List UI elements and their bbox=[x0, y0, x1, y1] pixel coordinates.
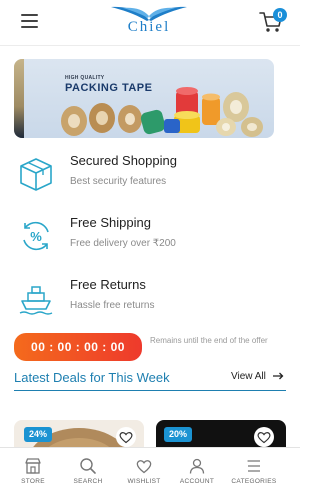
timer-note: Remains until the end of the offer bbox=[150, 336, 268, 345]
feature-subtitle: Best security features bbox=[70, 176, 167, 187]
cart-button[interactable]: 0 bbox=[259, 8, 289, 36]
feature-free-returns: Free Returns Hassle free returns bbox=[0, 274, 300, 326]
discount-badge: 20% bbox=[164, 427, 192, 442]
brand-logo[interactable]: Chiel bbox=[106, 2, 192, 42]
nav-item-search[interactable]: SEARCH bbox=[58, 448, 118, 499]
svg-text:%: % bbox=[30, 229, 42, 244]
list-icon bbox=[247, 460, 260, 472]
nav-item-categories[interactable]: CATEGORIES bbox=[224, 448, 284, 499]
section-divider bbox=[14, 390, 286, 391]
arrow-right-icon bbox=[272, 372, 284, 380]
heart-icon bbox=[136, 460, 152, 474]
nav-item-account[interactable]: ACCOUNT bbox=[167, 448, 227, 499]
hamburger-menu-icon[interactable] bbox=[21, 14, 38, 28]
nav-item-store[interactable]: STORE bbox=[3, 448, 63, 499]
nav-label: STORE bbox=[21, 478, 45, 485]
store-icon bbox=[25, 458, 41, 474]
cart-count-badge: 0 bbox=[273, 8, 287, 22]
ship-icon bbox=[19, 286, 53, 315]
bottom-navigation: STORE SEARCH WISHLIST ACCOUNT CATEGORIES bbox=[0, 447, 300, 499]
wishlist-button[interactable] bbox=[116, 427, 136, 447]
deals-section-title: Latest Deals for This Week bbox=[14, 370, 170, 385]
feature-title: Free Returns bbox=[70, 277, 146, 292]
view-all-link[interactable]: View All bbox=[231, 371, 284, 382]
heart-icon bbox=[119, 432, 133, 444]
percent-cycle-icon: % bbox=[23, 221, 49, 251]
user-icon bbox=[189, 458, 205, 474]
search-icon bbox=[80, 458, 96, 474]
discount-badge: 24% bbox=[24, 427, 52, 442]
feature-subtitle: Hassle free returns bbox=[70, 300, 155, 311]
feature-title: Free Shipping bbox=[70, 215, 151, 230]
wishlist-button[interactable] bbox=[254, 427, 274, 447]
countdown-timer: 00 : 00 : 00 : 00 bbox=[14, 333, 142, 361]
package-box-icon bbox=[20, 158, 52, 191]
nav-label: WISHLIST bbox=[127, 478, 161, 485]
feature-free-shipping: % Free Shipping Free delivery over ₹200 bbox=[0, 212, 300, 264]
feature-title: Secured Shopping bbox=[70, 153, 177, 168]
nav-label: CATEGORIES bbox=[231, 478, 277, 485]
nav-label: ACCOUNT bbox=[179, 478, 215, 485]
promo-banner[interactable]: HIGH QUALITY PACKING TAPE bbox=[14, 59, 274, 138]
heart-icon bbox=[257, 432, 271, 444]
nav-label: SEARCH bbox=[73, 478, 103, 485]
app-header: Chiel 0 bbox=[0, 0, 300, 46]
feature-subtitle: Free delivery over ₹200 bbox=[70, 238, 176, 249]
view-all-label: View All bbox=[231, 371, 266, 382]
feature-secured-shopping: Secured Shopping Best security features bbox=[0, 150, 300, 202]
nav-item-wishlist[interactable]: WISHLIST bbox=[114, 448, 174, 499]
logo-text: Chiel bbox=[127, 19, 171, 35]
tape-rolls-illustration bbox=[61, 87, 263, 137]
